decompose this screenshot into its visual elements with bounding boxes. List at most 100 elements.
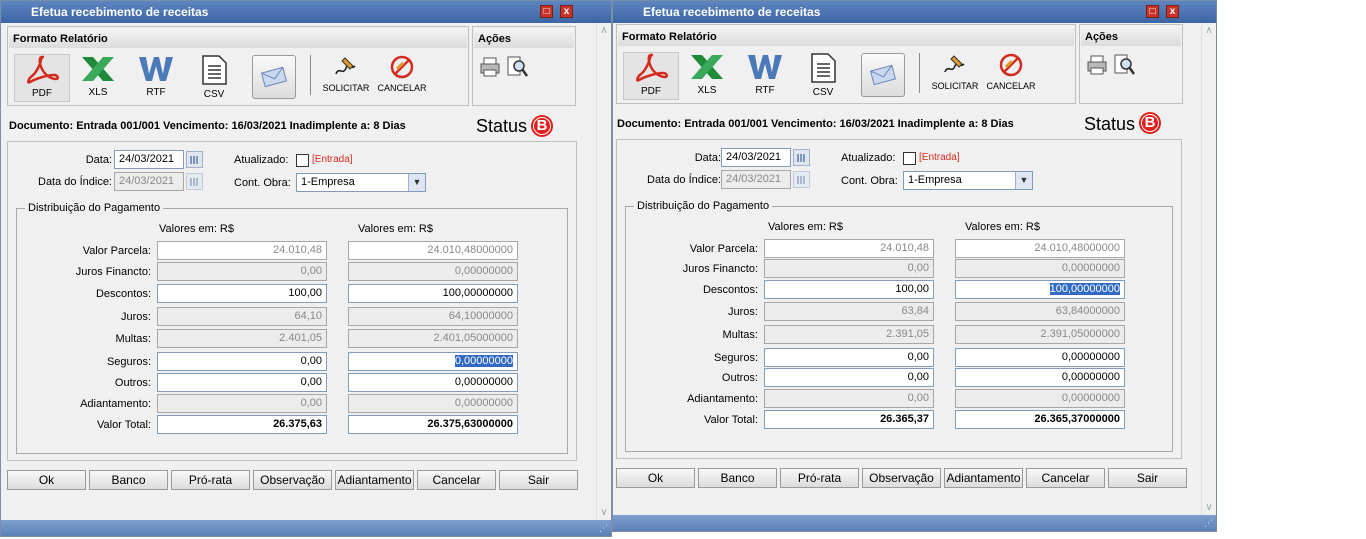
email-button[interactable] [252,55,296,99]
scroll-down-icon[interactable]: ∨ [1202,502,1216,513]
calendar-icon[interactable] [793,149,810,166]
pdf-button[interactable]: PDF [623,52,679,100]
rtf-button[interactable]: RTF [132,54,180,100]
pro-rata-button[interactable]: Pró-rata [171,470,250,490]
seguros-v2[interactable]: 0,00000000 [348,352,518,371]
printer-icon[interactable] [479,56,501,78]
status-badge-letter: B [1144,114,1156,131]
cont-obra-select[interactable]: 1-Empresa ▼ [903,171,1033,190]
sair-button[interactable]: Sair [499,470,578,490]
close-button[interactable]: x [560,5,573,18]
juros-v2: 63,84000000 [955,302,1125,321]
seguros-v1[interactable]: 0,00 [764,348,934,367]
ok-button[interactable]: Ok [616,468,695,488]
title-bar[interactable]: Efetua recebimento de receitas □ x [613,1,1216,23]
window-title: Efetua recebimento de receitas [643,5,821,19]
xls-label: XLS [88,87,108,98]
calendar-icon[interactable] [186,151,203,168]
csv-button[interactable]: CSV [799,52,847,98]
cancelar-button[interactable]: Cancelar [417,470,496,490]
title-bar[interactable]: Efetua recebimento de receitas □ x [1,1,611,23]
adiantamento-v1: 0,00 [157,394,327,413]
printer-icon[interactable] [1086,54,1108,76]
vertical-scrollbar[interactable]: ∧ ∨ [596,23,611,520]
window-body: Formato Relatório PDF XLS RTF CSV SOLICI… [1,23,601,520]
entrada-label: [Entrada] [312,154,353,165]
resize-grip-icon[interactable]: ⋰ [1204,518,1213,529]
pdf-icon [27,55,59,84]
xls-label: XLS [697,85,717,96]
window-body: Formato Relatório PDF XLS RTF CSV SOLICI… [613,23,1213,515]
cont-obra-select[interactable]: 1-Empresa ▼ [296,173,426,192]
observacao-button[interactable]: Observação [253,470,332,490]
adiantamento-v2: 0,00000000 [955,389,1125,408]
rtf-button[interactable]: RTF [741,52,789,98]
valores-header-2: Valores em: R$ [965,221,1040,233]
format-report-group: Formato Relatório PDF XLS RTF CSV SOLICI… [616,24,1076,104]
adiantamento-button[interactable]: Adiantamento [944,468,1023,488]
banco-button[interactable]: Banco [89,470,168,490]
resize-grip-icon[interactable]: ⋰ [599,523,608,534]
outros-v1[interactable]: 0,00 [764,368,934,387]
chevron-down-icon[interactable]: ▼ [1015,172,1032,189]
observacao-button[interactable]: Observação [862,468,941,488]
maximize-button[interactable]: □ [540,5,553,18]
close-button[interactable]: x [1166,5,1179,18]
chevron-down-icon[interactable]: ▼ [408,174,425,191]
multas-v1: 2.391,05 [764,325,934,344]
maximize-button[interactable]: □ [1146,5,1159,18]
cont-obra-label: Cont. Obra: [234,177,291,189]
distribuicao-legend: Distribuição do Pagamento [634,200,773,212]
atualizado-checkbox[interactable] [903,152,916,165]
actions-header: Ações [474,28,574,48]
valores-header-1: Valores em: R$ [768,221,843,233]
preview-icon[interactable] [505,55,529,79]
scroll-up-icon[interactable]: ∧ [1202,25,1216,36]
valor-total-v1: 26.375,63 [157,415,327,434]
seguros-v2[interactable]: 0,00000000 [955,348,1125,367]
multas-v1: 2.401,05 [157,329,327,348]
sair-button[interactable]: Sair [1108,468,1187,488]
actions-group: Ações [1079,24,1183,104]
pro-rata-button[interactable]: Pró-rata [780,468,859,488]
descontos-v2[interactable]: 100,00000000 [348,284,518,303]
solicitar-button[interactable]: SOLICITAR [320,54,372,102]
data-input[interactable]: 24/03/2021 [114,150,184,169]
cancelar-signature-button[interactable]: CANCELAR [376,54,428,102]
xls-button[interactable]: XLS [683,52,731,98]
calendar-icon-disabled [793,171,810,188]
adiantamento-button[interactable]: Adiantamento [335,470,414,490]
row-label: Descontos: [95,288,151,300]
vertical-scrollbar[interactable]: ∧ ∨ [1201,23,1216,515]
data-input[interactable]: 24/03/2021 [721,148,791,167]
envelope-icon [869,64,897,86]
seguros-v1[interactable]: 0,00 [157,352,327,371]
banco-button[interactable]: Banco [698,468,777,488]
outros-v2[interactable]: 0,00000000 [348,373,518,392]
descontos-v1[interactable]: 100,00 [764,280,934,299]
row-label: Juros Financto: [75,266,151,278]
pdf-button[interactable]: PDF [14,54,70,102]
cancelar-button[interactable]: Cancelar [1026,468,1105,488]
juros-financto-v1: 0,00 [764,259,934,278]
atualizado-checkbox[interactable] [296,154,309,167]
scroll-down-icon[interactable]: ∨ [597,507,611,518]
cancelar-signature-button[interactable]: CANCELAR [985,52,1037,100]
ok-button[interactable]: Ok [7,470,86,490]
data-label: Data: [694,152,721,164]
descontos-v1[interactable]: 100,00 [157,284,327,303]
data-label: Data: [85,154,112,166]
preview-icon[interactable] [1112,53,1136,77]
email-button[interactable] [861,53,905,97]
solicitar-label: SOLICITAR [322,83,370,93]
xls-button[interactable]: XLS [74,54,122,100]
rtf-label: RTF [755,85,775,96]
solicitar-button[interactable]: SOLICITAR [929,52,981,100]
csv-button[interactable]: CSV [190,54,238,100]
format-report-header: Formato Relatório [618,26,1074,46]
outros-v2[interactable]: 0,00000000 [955,368,1125,387]
scroll-up-icon[interactable]: ∧ [597,25,611,36]
outros-v1[interactable]: 0,00 [157,373,327,392]
descontos-v2-selected-text: 100,00000000 [1049,283,1120,295]
descontos-v2[interactable]: 100,00000000 [955,280,1125,299]
